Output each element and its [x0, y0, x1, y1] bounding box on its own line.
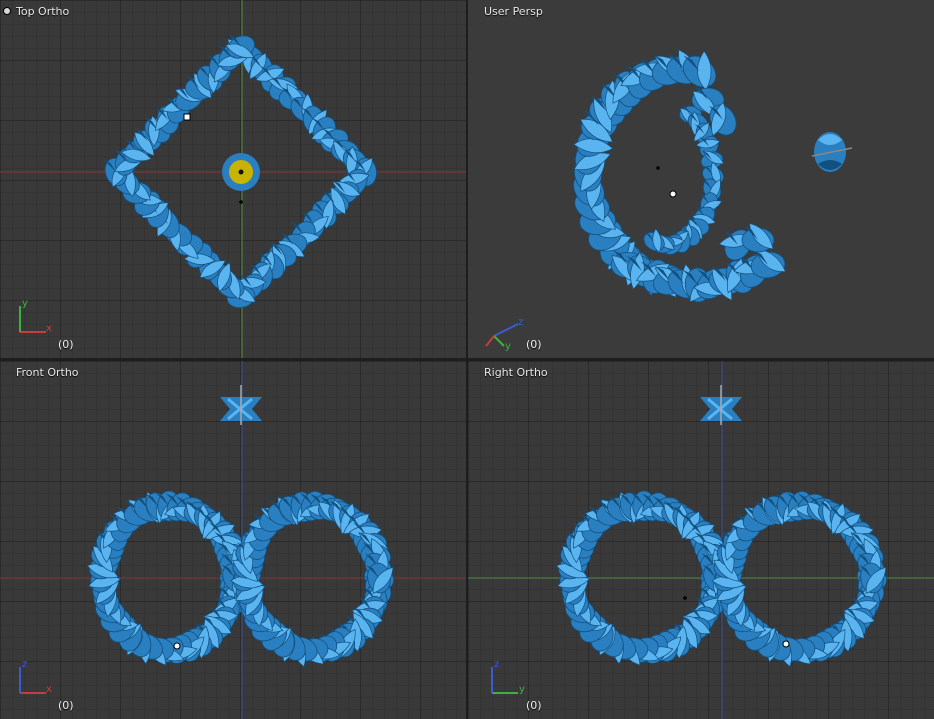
- axis-gizmo: y x: [19, 298, 52, 334]
- axis-label-x: x: [46, 323, 52, 334]
- axis-label-x: x: [46, 684, 52, 695]
- persp-floating-piece[interactable]: [811, 132, 853, 172]
- viewport-title: User Persp: [484, 5, 543, 18]
- frame-number: (0): [526, 699, 542, 712]
- frame-number: (0): [58, 338, 74, 351]
- axis-gizmo: z x: [19, 659, 52, 695]
- empty-object-marker[interactable]: [222, 153, 260, 191]
- viewport-front-ortho[interactable]: z x Front Ortho (0): [0, 361, 466, 719]
- viewport-canvas-right[interactable]: z y: [468, 361, 934, 719]
- axis-gizmo: z y: [491, 659, 525, 695]
- axis-label-y: y: [505, 341, 511, 352]
- viewport-canvas-persp[interactable]: z y: [468, 0, 934, 358]
- vertex-marker[interactable]: [173, 642, 181, 650]
- vertex-marker[interactable]: [183, 113, 191, 121]
- axis-label-z: z: [22, 659, 27, 670]
- vertex-marker[interactable]: [782, 640, 790, 648]
- frame-number: (0): [526, 338, 542, 351]
- axis-label-z: z: [494, 659, 499, 670]
- viewport-top-ortho[interactable]: y x Top Ortho (0): [0, 0, 466, 358]
- viewport-user-persp[interactable]: z y User Persp (0): [468, 0, 934, 358]
- blender-3d-view-quad: y x Top Ortho (0) z y User Persp (0) z x…: [0, 0, 934, 719]
- axis-label-z: z: [518, 317, 523, 328]
- viewport-canvas-front[interactable]: z x: [0, 361, 466, 719]
- vertex-marker[interactable]: [669, 190, 677, 198]
- top-floating-piece[interactable]: [220, 385, 262, 425]
- ring-chain-mesh[interactable]: [567, 49, 787, 305]
- origin-dot: [239, 200, 243, 204]
- axis-label-y: y: [519, 684, 525, 695]
- origin-dot: [683, 596, 687, 600]
- origin-dot: [656, 166, 660, 170]
- viewport-title: Front Ortho: [16, 366, 79, 379]
- axis-gizmo: z y: [485, 317, 523, 352]
- circle-dot-icon[interactable]: [3, 7, 11, 15]
- top-floating-piece[interactable]: [700, 385, 742, 425]
- viewport-canvas-top[interactable]: y x: [0, 0, 466, 358]
- viewport-title: Top Ortho: [16, 5, 70, 18]
- frame-number: (0): [58, 699, 74, 712]
- viewport-right-ortho[interactable]: z y Right Ortho (0): [468, 361, 934, 719]
- axis-label-y: y: [22, 298, 28, 309]
- viewport-title: Right Ortho: [484, 366, 548, 379]
